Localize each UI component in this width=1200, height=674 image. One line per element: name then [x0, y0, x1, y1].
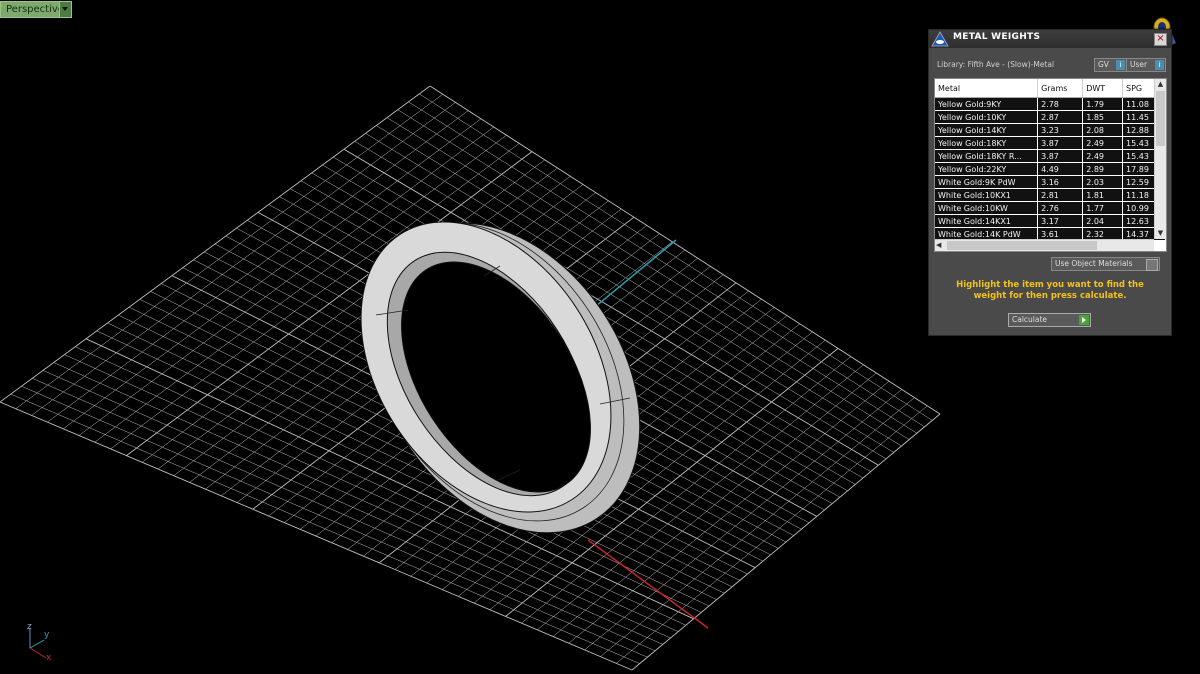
cell-dwt: 1.77 — [1082, 201, 1124, 215]
instruction-text: Highlight the item you want to find the … — [956, 280, 1144, 301]
cell-grams: 2.87 — [1037, 110, 1084, 124]
cell-grams: 2.81 — [1037, 188, 1084, 202]
scroll-thumb[interactable] — [947, 241, 1097, 250]
table-row[interactable]: Yellow Gold:9KY 2.78 1.79 11.08 — [935, 97, 1166, 111]
cell-dwt: 1.79 — [1082, 97, 1124, 111]
table-row[interactable]: Yellow Gold:10KY 2.87 1.85 11.45 — [935, 110, 1166, 124]
scroll-left-icon[interactable]: ◀ — [936, 240, 941, 251]
info-icon[interactable]: i — [1116, 60, 1125, 70]
cell-metal: White Gold:14KX1 — [935, 214, 1039, 228]
vertical-scrollbar[interactable]: ▲ ▼ — [1154, 79, 1166, 239]
cell-metal: White Gold:9K PdW — [935, 175, 1039, 189]
library-label: Library: Fifth Ave - (Slow)-Metal — [937, 60, 1055, 69]
cell-dwt: 2.03 — [1082, 175, 1124, 189]
table-row[interactable]: Yellow Gold:22KY 4.49 2.89 17.89 — [935, 162, 1166, 176]
scroll-down-icon[interactable]: ▼ — [1155, 228, 1166, 239]
table-row[interactable]: White Gold:10KX1 2.81 1.81 11.18 — [935, 188, 1166, 202]
cell-dwt: 2.89 — [1082, 162, 1124, 176]
cell-grams: 3.23 — [1037, 123, 1084, 137]
cell-metal: Yellow Gold:22KY — [935, 162, 1039, 176]
grid-line — [600, 397, 915, 657]
panel-title: METAL WEIGHTS — [953, 32, 1041, 42]
cell-metal: Yellow Gold:18KY R... — [935, 149, 1039, 163]
metal-weights-panel: METAL WEIGHTS × Library: Fifth Ave - (Sl… — [928, 29, 1172, 336]
user-button[interactable]: User i — [1126, 58, 1166, 72]
cell-grams: 2.78 — [1037, 97, 1084, 111]
table-row[interactable]: Yellow Gold:18KY 3.87 2.49 15.43 — [935, 136, 1166, 150]
cell-grams: 3.17 — [1037, 214, 1084, 228]
table-row[interactable]: Yellow Gold:18KY R... 3.87 2.49 15.43 — [935, 149, 1166, 163]
use-object-materials-label: Use Object Materials — [1055, 259, 1133, 268]
column-header-dwt[interactable]: DWT — [1082, 79, 1124, 98]
cell-metal: Yellow Gold:9KY — [935, 97, 1039, 111]
cell-metal: White Gold:10KX1 — [935, 188, 1039, 202]
cell-grams: 3.87 — [1037, 136, 1084, 150]
table-row[interactable]: White Gold:10KW 2.76 1.77 10.99 — [935, 201, 1166, 215]
gv-button[interactable]: GV i — [1094, 58, 1127, 72]
calculate-button[interactable]: Calculate — [1008, 313, 1091, 327]
gv-label: GV — [1098, 60, 1109, 69]
cell-dwt: 2.49 — [1082, 149, 1124, 163]
use-object-materials-toggle[interactable]: Use Object Materials — [1051, 257, 1160, 271]
checkbox-icon[interactable] — [1146, 259, 1158, 271]
cell-metal: White Gold:10KW — [935, 201, 1039, 215]
table-row[interactable]: White Gold:14KX1 3.17 2.04 12.63 — [935, 214, 1166, 228]
panel-logo-icon — [931, 31, 949, 47]
cell-metal: Yellow Gold:18KY — [935, 136, 1039, 150]
cell-metal: Yellow Gold:10KY — [935, 110, 1039, 124]
cell-grams: 2.76 — [1037, 201, 1084, 215]
calculate-label: Calculate — [1012, 315, 1048, 324]
column-header-grams[interactable]: Grams — [1037, 79, 1084, 98]
grid-line — [616, 405, 928, 664]
play-arrow-icon — [1079, 315, 1089, 325]
cell-grams: 3.87 — [1037, 149, 1084, 163]
cell-dwt: 2.49 — [1082, 136, 1124, 150]
gizmo-y-label: y — [44, 630, 50, 640]
cell-dwt: 2.08 — [1082, 123, 1124, 137]
cell-grams: 4.49 — [1037, 162, 1084, 176]
cell-metal: Yellow Gold:14KY — [935, 123, 1039, 137]
scroll-up-icon[interactable]: ▲ — [1155, 79, 1166, 90]
metal-table[interactable]: Metal Grams DWT SPG Yellow Gold:9KY 2.78 1… — [934, 78, 1167, 252]
horizontal-scrollbar[interactable]: ◀ — [935, 239, 1154, 251]
scroll-thumb[interactable] — [1156, 91, 1165, 146]
column-header-metal[interactable]: Metal — [935, 79, 1039, 98]
x-axis-line — [587, 539, 709, 629]
cell-dwt: 1.81 — [1082, 188, 1124, 202]
viewport-menu-dropdown[interactable] — [59, 1, 72, 18]
cell-grams: 3.16 — [1037, 175, 1084, 189]
user-label: User — [1130, 60, 1148, 69]
axis-gizmo: z y x — [27, 622, 52, 662]
cell-dwt: 1.85 — [1082, 110, 1124, 124]
gizmo-z-label: z — [27, 622, 32, 632]
panel-title-bar[interactable]: METAL WEIGHTS × — [929, 30, 1171, 48]
info-icon[interactable]: i — [1155, 60, 1164, 70]
cell-dwt: 2.04 — [1082, 214, 1124, 228]
gizmo-x-label: x — [46, 653, 52, 662]
table-row[interactable]: White Gold:9K PdW 3.16 2.03 12.59 — [935, 175, 1166, 189]
ring-model[interactable] — [309, 173, 695, 583]
table-row[interactable]: Yellow Gold:14KY 3.23 2.08 12.88 — [935, 123, 1166, 137]
table-header-row: Metal Grams DWT SPG — [935, 79, 1166, 98]
close-icon[interactable]: × — [1154, 33, 1167, 46]
